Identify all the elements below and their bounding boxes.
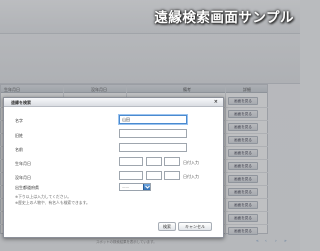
dropdown-arrow-icon[interactable]: [143, 184, 150, 190]
surname-input[interactable]: [119, 115, 187, 124]
surname-label: 名字: [15, 118, 23, 123]
former-name-input[interactable]: [119, 129, 187, 138]
page-title-caption: 遠縁検索画面サンプル: [154, 10, 294, 26]
birthplace-selected-value: ——: [122, 185, 130, 189]
birth-day-input[interactable]: [164, 157, 180, 166]
hint-famous-people: ※歴史上の人物や、有名人も検索できます。: [15, 200, 90, 205]
death-date-input-note: 日付入力: [183, 174, 199, 179]
birth-date-input-note: 日付入力: [183, 160, 199, 165]
birthplace-select[interactable]: ——: [119, 183, 151, 191]
search-button[interactable]: 検索: [158, 222, 176, 231]
death-date-label: 没年月日: [15, 175, 31, 180]
search-dialog: 遠縁を検索 ×: [3, 97, 224, 238]
death-year-input[interactable]: [119, 171, 143, 180]
dialog-title: 遠縁を検索: [11, 100, 31, 105]
dialog-titlebar: 遠縁を検索 ×: [4, 98, 223, 107]
birthplace-label: 出生都道府県: [15, 185, 39, 190]
close-icon[interactable]: ×: [214, 99, 218, 105]
former-name-label: 旧姓: [15, 133, 23, 138]
death-month-input[interactable]: [146, 171, 162, 180]
birth-month-input[interactable]: [146, 157, 162, 166]
given-name-label: 名前: [15, 147, 23, 152]
birth-year-input[interactable]: [119, 157, 143, 166]
death-day-input[interactable]: [164, 171, 180, 180]
birth-date-label: 生年月日: [15, 161, 31, 166]
given-name-input[interactable]: [119, 143, 187, 152]
cancel-button[interactable]: キャンセル: [178, 222, 212, 231]
